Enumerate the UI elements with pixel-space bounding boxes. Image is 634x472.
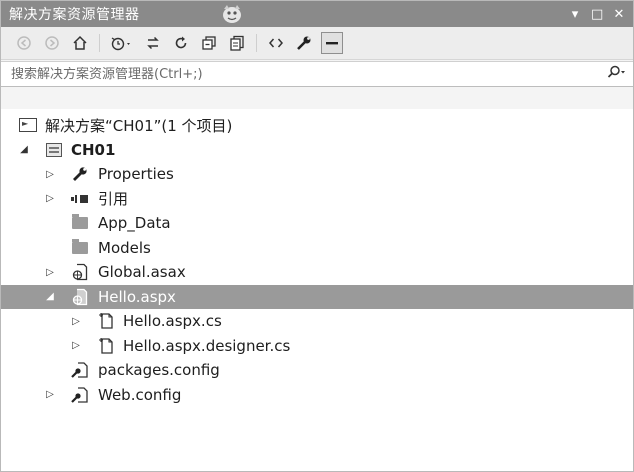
preview-icon[interactable] [321, 32, 343, 54]
folder-icon [71, 238, 89, 257]
collapse-all-icon[interactable] [198, 32, 220, 54]
tree-item-label: 引用 [98, 190, 129, 209]
sync-icon[interactable] [142, 32, 164, 54]
tree-item-label: CH01 [71, 140, 116, 159]
search-box [1, 61, 633, 87]
aspx-file-icon [71, 288, 89, 306]
history-icon[interactable] [108, 32, 136, 54]
tree-item-web-config[interactable]: ▷ Web.config [1, 383, 633, 408]
title-bar: 解决方案资源管理器 ▾ □ ✕ [1, 1, 633, 27]
tree-item-label: Models [98, 238, 151, 257]
config-file-icon [71, 361, 89, 379]
tree-item-references[interactable]: ▷ 引用 [1, 187, 633, 212]
tree-item-solution[interactable]: 解决方案“CH01”(1 个项目) [1, 113, 633, 138]
collapsed-arrow-icon[interactable]: ▷ [71, 316, 81, 327]
close-icon[interactable]: ✕ [613, 7, 625, 22]
tree-item-packages-config[interactable]: packages.config [1, 358, 633, 383]
dropdown-icon[interactable]: ▾ [569, 7, 581, 22]
search-input[interactable] [11, 66, 603, 82]
home-icon[interactable] [69, 32, 91, 54]
tree-item-label: Global.asax [98, 263, 186, 282]
tree-item-label: Hello.aspx [98, 287, 176, 306]
collapsed-arrow-icon[interactable]: ▷ [45, 169, 55, 180]
toolbar-separator [256, 34, 257, 52]
tree-item-label: App_Data [98, 214, 171, 233]
cs-file-icon [97, 337, 115, 355]
tree-item-hello-aspx-cs[interactable]: ▷ Hello.aspx.cs [1, 309, 633, 334]
tree-item-label: Hello.aspx.cs [123, 312, 222, 331]
asax-file-icon [71, 263, 89, 281]
tree-item-app-data[interactable]: App_Data [1, 211, 633, 236]
references-icon [71, 190, 89, 208]
collapsed-arrow-icon[interactable]: ▷ [45, 389, 55, 400]
solution-icon [19, 116, 37, 134]
maximize-icon[interactable]: □ [591, 7, 603, 22]
expanded-arrow-icon[interactable]: ◢ [45, 291, 55, 302]
collapsed-arrow-icon[interactable]: ▷ [71, 340, 81, 351]
tree-item-models[interactable]: Models [1, 236, 633, 261]
folder-icon [71, 214, 89, 232]
expanded-arrow-icon[interactable]: ◢ [19, 144, 29, 155]
tree-item-hello-designer-cs[interactable]: ▷ Hello.aspx.designer.cs [1, 334, 633, 359]
toolbar-separator [99, 34, 100, 52]
tree-item-hello-aspx[interactable]: ◢ Hello.aspx [1, 284, 633, 309]
tree-item-label: Web.config [98, 385, 182, 404]
refresh-icon[interactable] [170, 32, 192, 54]
collapsed-arrow-icon[interactable]: ▷ [45, 267, 55, 278]
window-title: 解决方案资源管理器 [9, 7, 140, 23]
wrench-icon [71, 165, 89, 183]
back-icon[interactable] [13, 32, 35, 54]
search-icon[interactable] [607, 65, 627, 83]
tree-item-global-asax[interactable]: ▷ Global.asax [1, 260, 633, 285]
config-file-icon [71, 386, 89, 404]
cs-file-icon [97, 312, 115, 330]
collapsed-arrow-icon[interactable]: ▷ [45, 193, 55, 204]
tree-item-label: Properties [98, 165, 174, 184]
tree-item-project[interactable]: ◢ CH01 [1, 138, 633, 163]
project-icon [45, 141, 63, 159]
view-code-icon[interactable] [265, 32, 287, 54]
logo-icon [219, 3, 245, 25]
solution-tree: 解决方案“CH01”(1 个项目) ◢ CH01 ▷ Properties ▷ … [1, 109, 633, 471]
properties-icon[interactable] [293, 32, 315, 54]
show-all-files-icon[interactable] [226, 32, 248, 54]
tree-item-label: Hello.aspx.designer.cs [123, 336, 291, 355]
tree-item-label: 解决方案“CH01”(1 个项目) [45, 116, 233, 135]
solution-explorer-window: 解决方案资源管理器 ▾ □ ✕ 搜索解决方案资源管理器(Ctrl+;) ► 解决… [0, 0, 634, 472]
tree-item-properties[interactable]: ▷ Properties [1, 162, 633, 187]
window-controls: ▾ □ ✕ [569, 7, 625, 22]
tree-item-label: packages.config [98, 361, 220, 380]
forward-icon[interactable] [41, 32, 63, 54]
toolbar [1, 27, 633, 60]
